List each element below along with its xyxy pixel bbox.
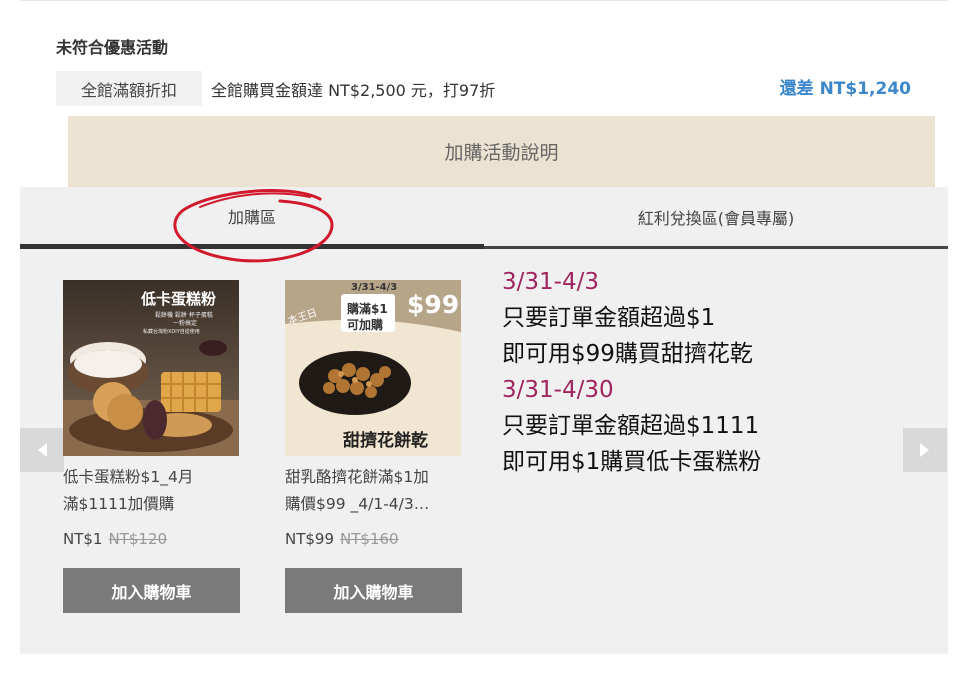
image-title-label: 甜擠花餅乾 [343, 431, 428, 451]
info-line: 即可用$1購買低卡蛋糕粉 [502, 449, 762, 475]
product-name[interactable]: 甜乳酪擠花餅滿$1加 購價$99 _4/1-4/3… [285, 464, 463, 518]
info-line: 只要訂單金額超過$1 [502, 305, 716, 331]
tab-bonus-exchange[interactable]: 紅利兌換區(會員專屬) [484, 187, 948, 249]
add-to-cart-button[interactable]: 加入購物車 [63, 568, 240, 613]
product-name[interactable]: 低卡蛋糕粉$1_4月 滿$1111加價購 [63, 464, 241, 518]
sale-price: NT$1 [63, 530, 103, 548]
product-image-subtitle: 一粉搞定 [173, 320, 198, 327]
image-price-label: $99 [407, 290, 460, 319]
info-line: 即可用$99購買甜擠花乾 [502, 341, 753, 367]
promo-description: 全館購買金額達 NT$2,500 元，打97折 [211, 81, 496, 100]
chevron-left-icon [38, 443, 47, 457]
tab-addon[interactable]: 加購區 [20, 187, 484, 249]
carousel-prev-button[interactable] [20, 428, 64, 472]
image-promo-label: 購滿$1 [347, 302, 388, 316]
carousel-next-button[interactable] [903, 428, 947, 472]
original-price: NT$160 [340, 530, 399, 548]
product-card: 3/31-4/3 購滿$1 可加購 $99 本王日 甜擠花餅乾 甜乳酪擠花餅滿$… [285, 280, 463, 613]
product-image[interactable]: 低卡蛋糕粉 鬆餅機 鬆餅 杯子蛋糕 一粉搞定 私藏台灣粉XDIY自從使用 [63, 280, 239, 456]
sale-price: NT$99 [285, 530, 335, 548]
info-date: 3/31-4/3 [502, 269, 599, 295]
original-price: NT$120 [108, 530, 168, 548]
add-to-cart-button[interactable]: 加入購物車 [285, 568, 462, 613]
promo-card: 未符合優惠活動 全館滿額折扣 全館購買金額達 NT$2,500 元，打97折 還… [20, 0, 948, 133]
addon-panel: 加購區 紅利兌換區(會員專屬) 低卡蛋糕粉 鬆餅機 鬆餅 杯子蛋糕 一粉搞定 私… [20, 187, 948, 654]
chevron-right-icon [920, 443, 929, 457]
info-date: 3/31-4/30 [502, 377, 614, 403]
product-price: NT$99 NT$160 [285, 530, 461, 548]
addon-activity-info-button[interactable]: 加購活動說明 [68, 116, 935, 187]
product-image-subtitle: 私藏台灣粉XDIY自從使用 [143, 329, 200, 335]
promo-tag: 全館滿額折扣 [56, 71, 202, 106]
image-promo-label: 可加購 [347, 318, 384, 332]
image-date-label: 3/31-4/3 [351, 282, 398, 293]
tab-bar: 加購區 紅利兌換區(會員專屬) [20, 187, 948, 263]
info-line: 只要訂單金額超過$1111 [502, 413, 760, 439]
product-image[interactable]: 3/31-4/3 購滿$1 可加購 $99 本王日 甜擠花餅乾 [285, 280, 461, 456]
product-card: 低卡蛋糕粉 鬆餅機 鬆餅 杯子蛋糕 一粉搞定 私藏台灣粉XDIY自從使用 低卡蛋… [63, 280, 241, 613]
promo-info-text: 3/31-4/3 只要訂單金額超過$1 即可用$99購買甜擠花乾 3/31-4/… [502, 264, 761, 480]
promo-remaining-amount: 還差 NT$1,240 [779, 79, 911, 99]
product-image-title: 低卡蛋糕粉 [141, 290, 217, 308]
promo-section-title: 未符合優惠活動 [56, 38, 169, 57]
product-price: NT$1 NT$120 [63, 530, 239, 548]
